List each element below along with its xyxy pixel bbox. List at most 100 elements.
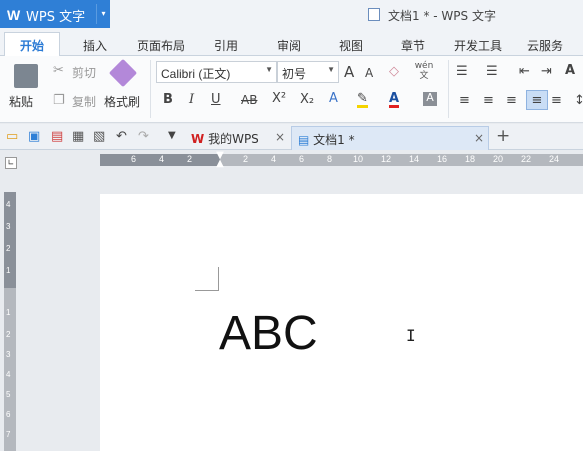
font-size-select[interactable]: 初号 ▼ bbox=[277, 61, 339, 83]
customize-toolbar-icon[interactable]: ▼ bbox=[168, 131, 176, 141]
ruler-number: 12 bbox=[381, 154, 392, 164]
ruler-number: 22 bbox=[521, 154, 532, 164]
char-shading-icon[interactable]: A bbox=[423, 92, 437, 106]
distribute-icon[interactable]: ≡ bbox=[551, 94, 562, 107]
pinyin-guide-button[interactable]: wén 文 bbox=[414, 61, 434, 81]
ruler-number: 8 bbox=[327, 154, 333, 164]
close-icon[interactable]: × bbox=[474, 131, 484, 145]
margin-corner-mark bbox=[195, 267, 219, 291]
superscript-button[interactable]: X² bbox=[272, 92, 286, 105]
text-cursor-icon: I bbox=[406, 326, 416, 345]
format-painter-button[interactable]: 格式刷 bbox=[104, 93, 140, 110]
subscript-button[interactable]: X₂ bbox=[300, 93, 314, 106]
ruler-number: 6 bbox=[131, 154, 137, 164]
document-page[interactable]: ABC I bbox=[100, 194, 583, 451]
font-name-value: Calibri (正文) bbox=[161, 67, 231, 81]
close-icon[interactable]: × bbox=[275, 130, 285, 144]
export-pdf-icon[interactable]: ▤ bbox=[51, 130, 63, 143]
undo-icon[interactable]: ↶ bbox=[116, 130, 127, 143]
underline-button[interactable]: U bbox=[211, 93, 221, 106]
ruler-number: 2 bbox=[6, 330, 11, 339]
ruler-number: 4 bbox=[159, 154, 165, 164]
tab-home[interactable]: 开始 bbox=[4, 32, 60, 57]
ruler-number: 2 bbox=[243, 154, 249, 164]
print-preview-icon[interactable]: ▧ bbox=[93, 130, 105, 143]
align-right-icon[interactable]: ≡ bbox=[506, 94, 517, 107]
vertical-ruler[interactable]: 4 3 2 1 1 2 3 4 5 6 7 bbox=[4, 192, 16, 451]
decrease-indent-icon[interactable]: ⇤ bbox=[519, 65, 530, 78]
ruler-number: 24 bbox=[549, 154, 560, 164]
ruler-number: 10 bbox=[353, 154, 364, 164]
italic-button[interactable]: I bbox=[189, 93, 194, 106]
document-text[interactable]: ABC bbox=[219, 306, 318, 361]
format-painter-icon[interactable] bbox=[108, 58, 138, 88]
quick-access-bar: ▭ ▣ ▤ ▦ ▧ ↶ ↷ ▼ W 我的WPS × ▤ 文档1 * × + bbox=[0, 124, 583, 150]
tab-cloud[interactable]: 云服务 bbox=[527, 37, 563, 54]
tab-stop-selector[interactable]: ∟ bbox=[5, 157, 17, 169]
tab-view[interactable]: 视图 bbox=[339, 37, 363, 54]
tab-section[interactable]: 章节 bbox=[401, 37, 425, 54]
doc-tab-my-wps[interactable]: W 我的WPS × bbox=[185, 126, 289, 150]
app-name: WPS 文字 bbox=[26, 10, 86, 25]
ruler-number: 20 bbox=[493, 154, 504, 164]
horizontal-ruler[interactable]: 6 4 2 2 4 6 8 10 12 14 16 18 20 22 24 ▼ ▲ bbox=[100, 150, 583, 170]
ruler-number: 3 bbox=[6, 222, 11, 231]
title-bar: W WPS 文字 ▾ 文档1 * - WPS 文字 bbox=[0, 0, 583, 30]
clear-format-icon[interactable]: ◇ bbox=[389, 65, 399, 78]
cut-button[interactable]: 剪切 bbox=[72, 64, 96, 81]
copy-button[interactable]: 复制 bbox=[72, 93, 96, 110]
wps-logo-icon: W bbox=[191, 132, 205, 146]
ribbon-toolbar: 粘贴 ✂ 剪切 ❐ 复制 格式刷 Calibri (正文) ▼ 初号 ▼ A A ◇… bbox=[0, 56, 583, 123]
ruler-number: 14 bbox=[409, 154, 420, 164]
redo-icon[interactable]: ↷ bbox=[138, 130, 149, 143]
bold-button[interactable]: B bbox=[163, 93, 173, 106]
tab-review[interactable]: 审阅 bbox=[277, 37, 301, 54]
print-icon[interactable]: ▦ bbox=[72, 130, 84, 143]
font-color-icon[interactable]: A bbox=[389, 92, 400, 108]
bullet-list-icon[interactable]: ☰ bbox=[456, 65, 468, 78]
indent-marker-icon[interactable]: ▼ ▲ bbox=[214, 151, 226, 169]
justify-icon[interactable]: ≡ bbox=[526, 90, 548, 110]
align-center-icon[interactable]: ≡ bbox=[483, 94, 494, 107]
doc-tab-label: 文档1 * bbox=[313, 133, 355, 147]
ruler-number: 1 bbox=[6, 308, 11, 317]
divider bbox=[448, 60, 449, 118]
ruler-number: 5 bbox=[6, 390, 11, 399]
ruler-number: 7 bbox=[6, 430, 11, 439]
paste-icon[interactable] bbox=[14, 64, 38, 88]
scissors-icon[interactable]: ✂ bbox=[53, 64, 64, 77]
ruler-number: 4 bbox=[6, 200, 11, 209]
text-effects-icon[interactable]: A bbox=[329, 92, 338, 105]
strikethrough-button[interactable]: AB bbox=[241, 94, 257, 106]
copy-icon[interactable]: ❐ bbox=[53, 94, 65, 107]
tab-developer[interactable]: 开发工具 bbox=[454, 37, 502, 54]
ruler-number: 2 bbox=[187, 154, 193, 164]
font-name-select[interactable]: Calibri (正文) ▼ bbox=[156, 61, 277, 83]
open-folder-icon[interactable]: ▭ bbox=[6, 130, 18, 143]
doc-tab-document1[interactable]: ▤ 文档1 * × bbox=[291, 126, 489, 150]
font-size-value: 初号 bbox=[282, 67, 307, 81]
grow-font-button[interactable]: A bbox=[344, 65, 354, 80]
chevron-down-icon: ▼ bbox=[327, 65, 335, 74]
highlight-icon[interactable]: ✎ bbox=[357, 92, 368, 108]
shrink-font-button[interactable]: A bbox=[365, 67, 373, 79]
new-tab-button[interactable]: + bbox=[496, 128, 510, 145]
tab-insert[interactable]: 插入 bbox=[83, 37, 107, 54]
paste-button[interactable]: 粘贴 bbox=[9, 93, 33, 110]
divider bbox=[150, 60, 151, 118]
line-spacing-icon[interactable]: ↕ bbox=[574, 94, 583, 107]
tab-page-layout[interactable]: 页面布局 bbox=[137, 37, 185, 54]
ruler-number: 1 bbox=[6, 266, 11, 275]
tab-references[interactable]: 引用 bbox=[214, 37, 238, 54]
wps-app-button[interactable]: W WPS 文字 ▾ bbox=[0, 0, 110, 28]
chevron-down-icon: ▼ bbox=[265, 65, 273, 74]
text-direction-icon[interactable]: A bbox=[565, 64, 575, 77]
ruler-number: 16 bbox=[437, 154, 448, 164]
save-icon[interactable]: ▣ bbox=[28, 130, 40, 143]
increase-indent-icon[interactable]: ⇥ bbox=[541, 65, 552, 78]
align-left-icon[interactable]: ≡ bbox=[459, 94, 470, 107]
chevron-down-icon[interactable]: ▾ bbox=[96, 4, 110, 24]
numbered-list-icon[interactable]: ☰ bbox=[486, 65, 498, 78]
doc-tab-label: 我的WPS bbox=[208, 132, 259, 146]
document-icon bbox=[368, 8, 380, 21]
